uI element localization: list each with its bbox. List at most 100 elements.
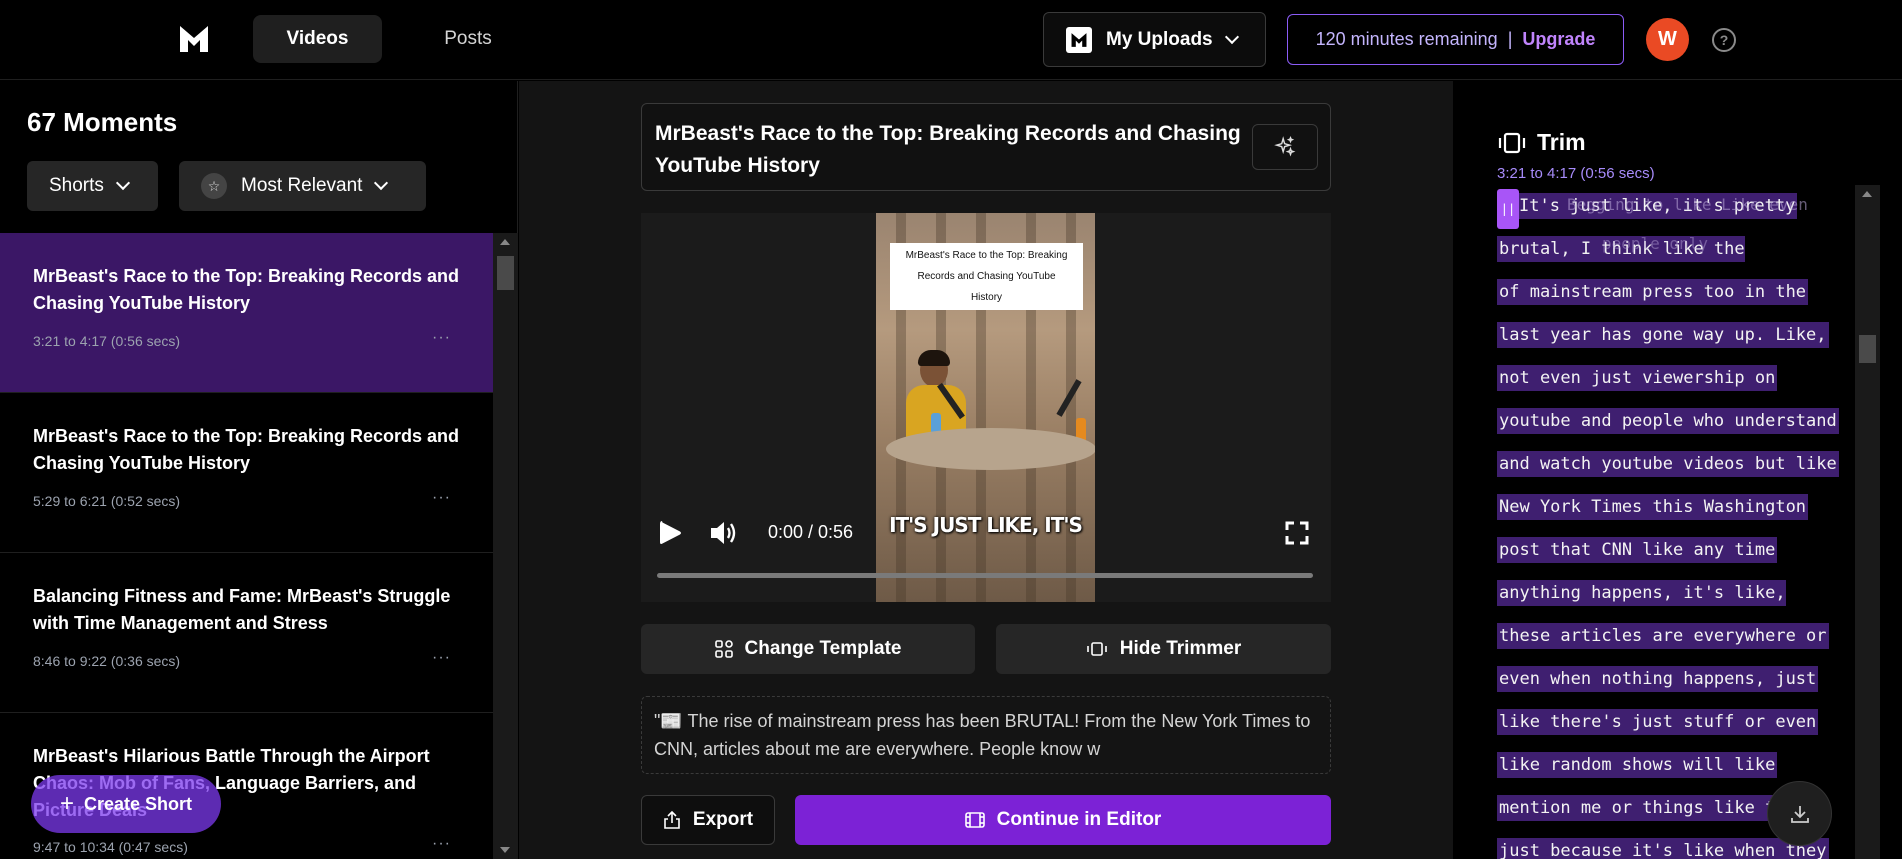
transcript-line[interactable]: like random shows will like (1497, 744, 1842, 787)
chevron-down-icon (1224, 29, 1239, 44)
trim-start-handle[interactable]: || (1497, 189, 1519, 229)
trim-header: Trim (1497, 129, 1586, 156)
transcript-line[interactable]: even when nothing happens, just (1497, 658, 1842, 701)
change-template-label: Change Template (744, 638, 902, 659)
app-root: Videos Posts My Uploads 120 minutes rema… (0, 0, 1902, 859)
transcript[interactable]: Begging to like Like even people only It… (1497, 185, 1842, 859)
export-label: Export (692, 809, 754, 830)
moment-item[interactable]: MrBeast's Race to the Top: Breaking Reco… (0, 393, 493, 553)
moment-time: 5:29 to 6:21 (0:52 secs) (33, 493, 181, 509)
plus-icon: + (59, 790, 74, 817)
ai-regenerate-button[interactable] (1252, 124, 1318, 170)
trim-icon (1086, 642, 1107, 656)
scrollbar-thumb[interactable] (497, 256, 514, 290)
more-options-icon[interactable]: ··· (432, 489, 451, 507)
transcript-line[interactable]: anything happens, it's like, whoa, (1497, 572, 1842, 649)
download-icon (1790, 805, 1809, 823)
transcript-line[interactable]: not even just viewership on (1497, 357, 1842, 400)
change-template-button[interactable]: Change Template (641, 624, 975, 674)
moment-title: MrBeast's Race to the Top: Breaking Reco… (33, 266, 460, 313)
trim-title: Trim (1537, 129, 1586, 155)
uploads-logo-icon (1066, 26, 1092, 53)
transcript-line[interactable]: post that CNN like any time (1497, 529, 1842, 572)
my-uploads-label: My Uploads (1106, 28, 1213, 50)
scrollbar-thumb[interactable] (1859, 335, 1876, 363)
play-button[interactable] (654, 517, 686, 549)
type-filter-dropdown[interactable]: Shorts (27, 161, 158, 211)
moments-panel: 67 Moments Shorts ☆ Most Relevant MrBeas… (0, 81, 518, 859)
moment-item[interactable]: MrBeast's Race to the Top: Breaking Reco… (0, 233, 493, 393)
chevron-down-icon (115, 175, 130, 191)
continue-in-editor-button[interactable]: Continue in Editor (795, 795, 1331, 845)
video-caption-card: MrBeast's Race to the Top: Breaking Reco… (890, 243, 1083, 310)
chevron-down-icon (374, 175, 389, 191)
export-button[interactable]: Export (641, 795, 775, 845)
scroll-down-arrow-icon[interactable] (500, 847, 510, 853)
hide-trimmer-label: Hide Trimmer (1119, 638, 1242, 659)
trim-icon (1498, 132, 1526, 153)
ghost-transcript-text: Begging to like Like even (1567, 195, 1808, 214)
more-options-icon[interactable]: ··· (432, 329, 451, 347)
moments-scrollbar[interactable] (493, 233, 518, 859)
scroll-up-arrow-icon[interactable] (1862, 191, 1872, 197)
trim-panel: Trim 3:21 to 4:17 (0:56 secs) Begging to… (1454, 81, 1902, 859)
transcript-line[interactable]: and watch youtube videos but like (1497, 443, 1842, 486)
tab-videos[interactable]: Videos (253, 15, 382, 63)
moments-count-title: 67 Moments (27, 107, 178, 137)
continue-in-editor-label: Continue in Editor (996, 809, 1162, 830)
preview-panel: MrBeast's Race to the Top: Breaking Reco… (519, 81, 1453, 859)
star-icon: ☆ (201, 173, 227, 199)
minutes-remaining-text: 120 minutes remaining (1315, 29, 1498, 49)
moment-title-box[interactable]: MrBeast's Race to the Top: Breaking Reco… (641, 103, 1331, 191)
sort-filter-label: Most Relevant (241, 175, 363, 196)
upgrade-banner-button[interactable]: 120 minutes remaining | Upgrade (1287, 14, 1624, 65)
video-progress-bar[interactable] (657, 573, 1313, 578)
moment-title: MrBeast's Race to the Top: Breaking Reco… (33, 426, 460, 473)
film-icon (964, 812, 985, 828)
top-bar: Videos Posts My Uploads 120 minutes rema… (0, 0, 1902, 80)
transcript-line[interactable]: of mainstream press too in the (1497, 271, 1842, 314)
transcript-line[interactable]: New York Times this Washington (1497, 486, 1842, 529)
moment-headline[interactable]: MrBeast's Race to the Top: Breaking Reco… (655, 118, 1245, 182)
sparkles-icon (1274, 136, 1296, 157)
table-shape (886, 428, 1095, 470)
volume-icon[interactable] (709, 519, 739, 547)
brand-logo-icon[interactable] (178, 24, 210, 54)
fullscreen-icon[interactable] (1285, 521, 1309, 545)
help-icon[interactable]: ? (1712, 28, 1736, 52)
transcript-line[interactable]: these articles are everywhere or (1497, 615, 1842, 658)
video-frame: MrBeast's Race to the Top: Breaking Reco… (876, 213, 1095, 602)
video-subtitle: IT'S JUST LIKE, IT'S (889, 513, 1083, 537)
transcript-line[interactable]: like there's just stuff or even (1497, 701, 1842, 744)
video-player[interactable]: MrBeast's Race to the Top: Breaking Reco… (641, 213, 1331, 602)
transcript-scrollbar[interactable] (1855, 185, 1880, 859)
download-button[interactable] (1767, 781, 1832, 846)
description-text[interactable]: "📰 The rise of mainstream press has been… (641, 696, 1331, 774)
grid-icon (714, 640, 733, 658)
moment-time: 9:47 to 10:34 (0:47 secs) (33, 839, 188, 855)
moment-time: 3:21 to 4:17 (0:56 secs) (33, 333, 181, 349)
sort-filter-dropdown[interactable]: ☆ Most Relevant (179, 161, 426, 211)
trim-range: 3:21 to 4:17 (0:56 secs) (1497, 165, 1655, 182)
my-uploads-dropdown[interactable]: My Uploads (1043, 12, 1266, 67)
scroll-up-arrow-icon[interactable] (500, 239, 510, 245)
video-time: 0:00 / 0:56 (768, 522, 854, 542)
moment-title: Balancing Fitness and Fame: MrBeast's St… (33, 586, 451, 633)
moment-time: 8:46 to 9:22 (0:36 secs) (33, 653, 181, 669)
type-filter-label: Shorts (49, 175, 104, 196)
user-avatar[interactable]: W (1646, 18, 1689, 61)
create-short-button[interactable]: + Create Short (31, 775, 221, 833)
more-options-icon[interactable]: ··· (432, 649, 451, 667)
upgrade-label: Upgrade (1522, 29, 1596, 49)
hide-trimmer-button[interactable]: Hide Trimmer (996, 624, 1331, 674)
separator: | (1507, 29, 1513, 49)
tab-posts[interactable]: Posts (420, 15, 516, 63)
transcript-line[interactable]: youtube and people who understand (1497, 400, 1842, 443)
share-icon (664, 810, 680, 829)
moment-item[interactable]: Balancing Fitness and Fame: MrBeast's St… (0, 553, 493, 713)
play-icon (660, 521, 681, 544)
transcript-line[interactable]: last year has gone way up. Like, (1497, 314, 1842, 357)
moments-list: MrBeast's Race to the Top: Breaking Reco… (0, 233, 493, 859)
ghost-transcript-text: people only (1602, 234, 1708, 253)
more-options-icon[interactable]: ··· (432, 835, 451, 853)
